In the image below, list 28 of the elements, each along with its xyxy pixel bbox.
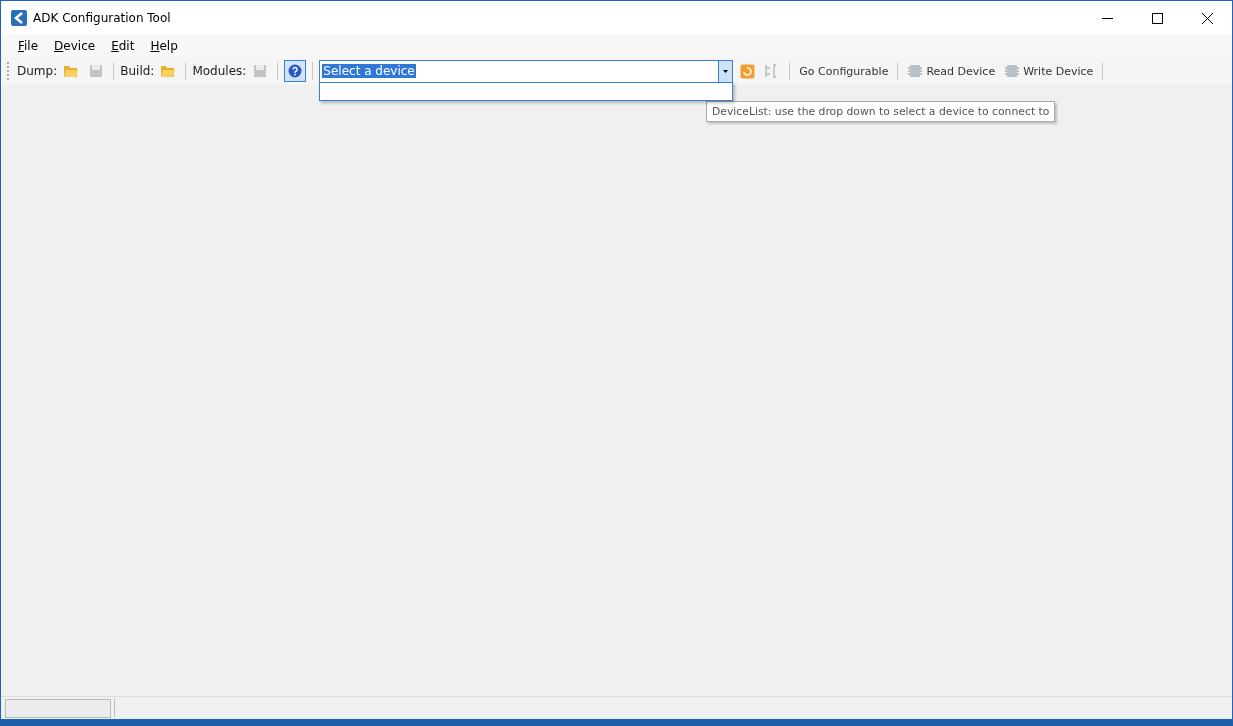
- menu-item[interactable]: Edit: [104, 37, 142, 55]
- toolbar-label: Modules:: [192, 64, 247, 78]
- toolbar-label: Dump:: [17, 64, 58, 78]
- menu-item[interactable]: Device: [47, 37, 103, 55]
- app-logo-icon: [11, 10, 27, 26]
- folder-icon: [160, 64, 177, 78]
- tooltip: DeviceList: use the drop down to select a device to connect to: [706, 101, 1056, 122]
- toolbar-button[interactable]: [284, 60, 307, 82]
- toolbar-button[interactable]: Write Device: [1001, 63, 1097, 79]
- menu-item[interactable]: File: [11, 37, 46, 55]
- menu-item[interactable]: Help: [143, 37, 185, 55]
- toolbar-button[interactable]: Go Configurable: [796, 64, 892, 78]
- save-icon: [89, 64, 104, 78]
- chip-icon: [1004, 63, 1021, 79]
- dropdown-arrow-button[interactable]: [718, 60, 733, 82]
- device-combo-box[interactable]: Select a device: [319, 59, 734, 83]
- close-icon: [1201, 12, 1213, 24]
- save-icon: [253, 64, 268, 78]
- caret-icon: [723, 69, 729, 73]
- help-icon: [288, 64, 303, 78]
- folder-icon: [63, 64, 80, 78]
- toolbar-label: Build:: [120, 64, 155, 78]
- toolbar-button[interactable]: Read Device: [904, 63, 999, 79]
- chip-icon: [907, 63, 924, 79]
- refresh-icon: [739, 63, 755, 79]
- window-title: ADK Configuration Tool: [33, 11, 172, 25]
- maximize-icon: [1151, 12, 1163, 24]
- combo-value: Select a device: [322, 64, 416, 78]
